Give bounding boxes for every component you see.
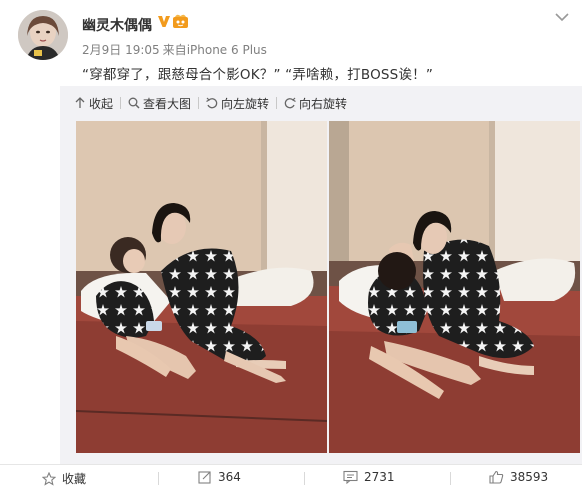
like-count: 38593 [510,470,549,484]
toolbar-divider [276,97,278,109]
collapse-label: 收起 [89,96,114,111]
action-divider [450,472,451,485]
post-text: “穿都穿了，跟慈母合个影OK？” “弄啥赖，打BOSS诶！” [82,67,434,83]
photo-image [76,121,327,453]
post-date[interactable]: 2月9日 19:05 [82,43,160,57]
toolbar-divider [198,97,200,109]
repost-count: 364 [218,470,241,484]
favorite-button[interactable]: 收藏 [42,470,86,487]
star-icon [42,471,56,486]
rotate-right-icon [284,97,296,109]
thumbs-up-icon [489,470,504,484]
view-large-label: 查看大图 [143,96,192,111]
comment-button[interactable]: 2731 [343,470,395,484]
rotate-left-label: 向左旋转 [221,96,270,111]
like-button[interactable]: 38593 [489,470,548,484]
verified-icon [158,16,170,27]
toolbar-divider [120,97,122,109]
comment-count: 2731 [364,470,395,484]
avatar[interactable] [18,10,68,60]
collapse-button[interactable]: 收起 [74,95,113,112]
rotate-right-label: 向右旋转 [299,96,348,111]
comment-icon [343,470,358,484]
avatar-image [18,10,68,60]
action-divider [158,472,159,485]
action-bar: 收藏 364 2731 38593 [0,464,582,488]
member-badge-icon[interactable] [172,13,189,29]
media-toolbar: 收起 查看大图 向左旋转 向右旋转 [74,94,347,112]
post-source[interactable]: iPhone 6 Plus [187,43,267,57]
repost-icon [198,471,211,484]
zoom-icon [128,97,140,109]
rotate-left-icon [206,97,218,109]
post-photo-1[interactable] [76,121,327,453]
post-photo-2[interactable] [329,121,580,453]
arrow-up-icon [75,97,85,108]
source-prefix: 来自 [162,43,187,57]
rotate-right-button[interactable]: 向右旋转 [284,95,347,112]
chevron-down-icon[interactable] [553,10,571,24]
rotate-left-button[interactable]: 向左旋转 [206,95,269,112]
view-large-button[interactable]: 查看大图 [128,95,191,112]
post-meta: 2月9日 19:05 来自iPhone 6 Plus [82,41,270,58]
action-divider [304,472,305,485]
photo-image [329,121,580,453]
favorite-label: 收藏 [62,472,87,486]
username[interactable]: 幽灵木偶偶 [82,15,152,35]
repost-button[interactable]: 364 [198,470,241,484]
